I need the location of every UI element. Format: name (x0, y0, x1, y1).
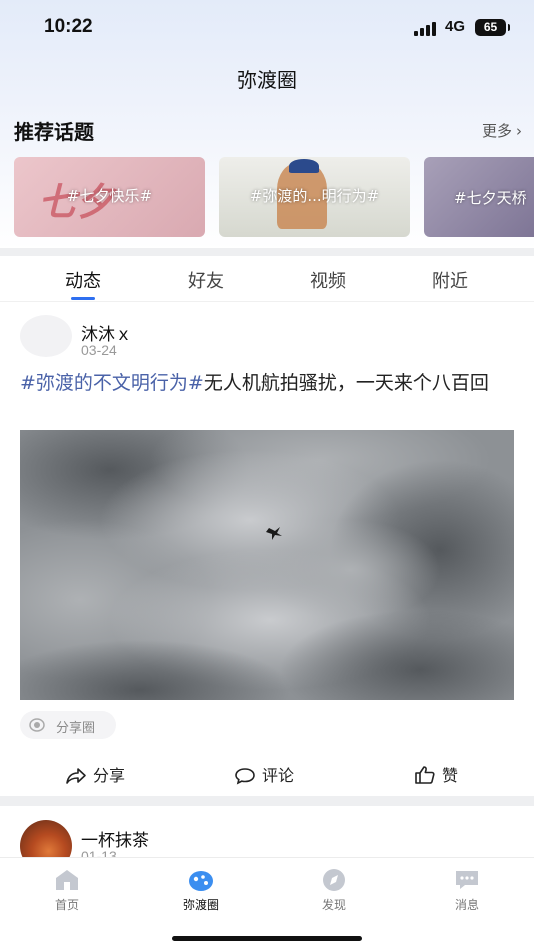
topic-card-illustration-hat (289, 159, 319, 173)
topic-card-bridge[interactable]: #七夕天桥 (424, 157, 534, 237)
cloudy-sky-photo (20, 430, 514, 700)
message-icon (456, 871, 478, 889)
topic-card-label: #弥渡的...明行为# (249, 187, 380, 205)
network-type: 4G (445, 18, 466, 35)
like-label: 赞 (442, 766, 459, 785)
nav-home[interactable]: 首页 (22, 868, 112, 913)
share-arrow-icon (66, 768, 86, 784)
more-label: 更多 (481, 122, 512, 140)
home-indicator (172, 936, 362, 941)
battery-icon: 65 (475, 19, 510, 36)
topic-card-label: #七夕天桥 (454, 189, 527, 207)
section-divider (0, 248, 534, 256)
recommended-topics-heading: 推荐话题 (14, 120, 94, 144)
nav-midu-circle-label: 弥渡圈 (182, 898, 219, 912)
topic-card-label: #七夕快乐# (66, 187, 153, 205)
nav-messages[interactable]: 消息 (422, 868, 512, 913)
tab-feed[interactable]: 动态 (43, 267, 123, 293)
comment-bubble-icon (235, 768, 255, 785)
status-time: 10:22 (44, 16, 93, 37)
post-topic-tag[interactable]: #弥渡的不文明行为# (20, 372, 204, 394)
topic-card-uncivil[interactable]: #弥渡的...明行为# (219, 157, 410, 237)
circle-planet-icon (189, 871, 213, 891)
like-button[interactable]: 赞 (414, 762, 458, 786)
nav-home-label: 首页 (54, 898, 79, 912)
share-label: 分享 (93, 766, 126, 785)
thumbs-up-icon (415, 766, 435, 784)
compass-icon (323, 869, 345, 891)
chevron-right-icon: › (516, 122, 522, 140)
share-circle-label: 分享圈 (56, 721, 96, 736)
topic-card-qixi[interactable]: 七夕 #七夕快乐# (14, 157, 205, 237)
comment-label: 评论 (262, 766, 295, 785)
active-tab-indicator (71, 297, 95, 300)
post-divider (0, 796, 534, 806)
page-title: 弥渡圈 (237, 68, 297, 92)
nav-midu-circle[interactable]: 弥渡圈 (156, 868, 246, 913)
share-button[interactable]: 分享 (65, 762, 125, 786)
nav-discover[interactable]: 发现 (289, 868, 379, 913)
nav-messages-label: 消息 (454, 898, 479, 912)
signal-icon (414, 22, 438, 36)
status-bar: 10:22 4G 65 (0, 0, 534, 56)
comment-button[interactable]: 评论 (234, 762, 294, 786)
post-image[interactable] (20, 430, 514, 700)
post-card: 沐沐ｘ 03-24 #弥渡的不文明行为#无人机航拍骚扰，一天来个八百回 分享圈 (0, 302, 534, 796)
eye-icon (29, 718, 45, 732)
feed-tabs: 动态 好友 视频 附近 (0, 256, 534, 302)
avatar[interactable] (20, 315, 72, 357)
post-date: 03-24 (81, 342, 117, 358)
more-topics-link[interactable]: 更多 › (482, 120, 522, 141)
post-content: #弥渡的不文明行为#无人机航拍骚扰，一天来个八百回 (20, 370, 520, 397)
nav-discover-label: 发现 (321, 898, 346, 912)
share-circle-chip[interactable]: 分享圈 (20, 711, 116, 739)
tab-friends[interactable]: 好友 (166, 267, 246, 293)
tab-nearby[interactable]: 附近 (410, 267, 490, 293)
tab-video[interactable]: 视频 (288, 267, 368, 293)
post-body-text: 无人机航拍骚扰，一天来个八百回 (203, 372, 489, 394)
home-icon (56, 870, 78, 890)
